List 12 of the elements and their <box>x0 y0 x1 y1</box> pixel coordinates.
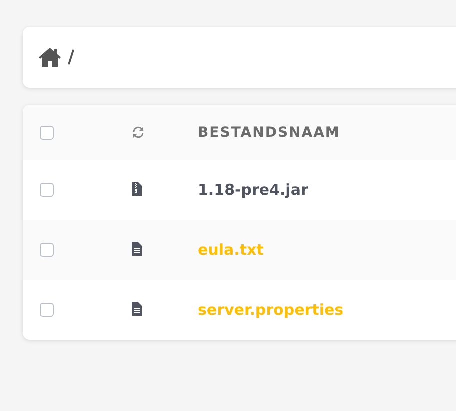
refresh-icon[interactable] <box>132 126 145 139</box>
file-name[interactable]: 1.18-pre4.jar <box>198 181 456 199</box>
checkbox[interactable] <box>40 126 54 140</box>
text-file-icon <box>132 242 142 256</box>
home-icon[interactable] <box>39 48 61 67</box>
checkbox[interactable] <box>40 303 54 317</box>
checkbox[interactable] <box>40 243 54 257</box>
text-file-icon <box>132 302 142 316</box>
column-header[interactable]: BESTANDSNAAM <box>198 124 456 140</box>
path-separator: / <box>68 47 75 68</box>
checkbox[interactable] <box>40 183 54 197</box>
zip-file-icon <box>132 182 142 196</box>
